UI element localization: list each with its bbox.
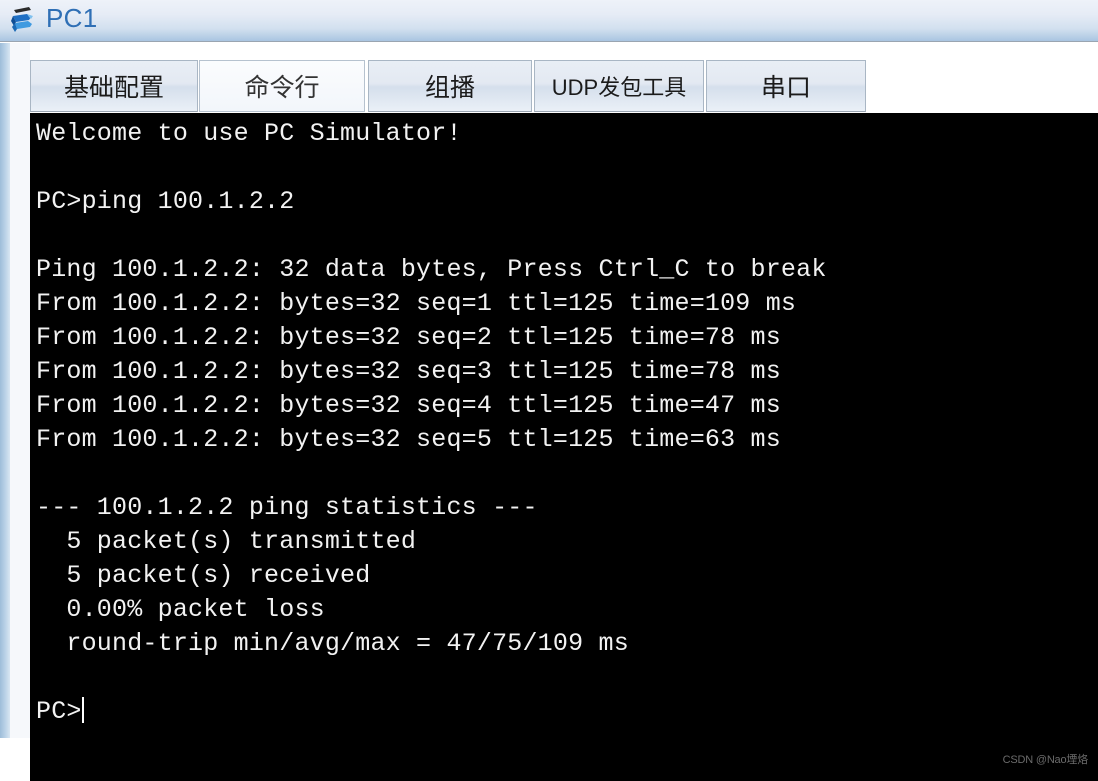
tab-label: 基础配置: [63, 74, 164, 102]
pc-device-icon: [9, 4, 39, 36]
terminal-line: PC>ping 100.1.2.2: [36, 187, 295, 216]
tab-strip: 基础配置 命令行 组播 UDP发包工具 串口: [30, 60, 1098, 113]
tab-label: 组播: [424, 74, 475, 102]
terminal-prompt: PC>: [36, 697, 82, 726]
window-panel-gap: [10, 43, 30, 738]
tab-label: 命令行: [244, 74, 320, 102]
terminal-line: From 100.1.2.2: bytes=32 seq=2 ttl=125 t…: [36, 323, 781, 352]
terminal-line: 0.00% packet loss: [36, 595, 325, 624]
terminal-line: 5 packet(s) received: [36, 561, 371, 590]
window-title: PC1: [46, 3, 98, 33]
terminal-line: --- 100.1.2.2 ping statistics ---: [36, 493, 538, 522]
tab-serial-port[interactable]: 串口: [706, 60, 866, 112]
terminal-line: From 100.1.2.2: bytes=32 seq=5 ttl=125 t…: [36, 425, 781, 454]
tab-basic-config[interactable]: 基础配置: [30, 60, 198, 112]
tab-command-line[interactable]: 命令行: [199, 60, 365, 112]
terminal-cursor: [81, 697, 84, 723]
window-titlebar: PC1: [0, 0, 1098, 42]
window-left-rail: [0, 43, 10, 738]
terminal-line: Ping 100.1.2.2: 32 data bytes, Press Ctr…: [36, 255, 827, 284]
content-panel: 基础配置 命令行 组播 UDP发包工具 串口 Welcome to use PC…: [30, 43, 1098, 781]
tab-udp-tool[interactable]: UDP发包工具: [534, 60, 704, 112]
terminal-console[interactable]: Welcome to use PC Simulator! PC>ping 100.…: [30, 113, 1098, 781]
pc1-simulator-window: PC1 基础配置 命令行 组播 UDP发包工具 串口 Welcome to us…: [0, 0, 1098, 781]
terminal-prompt-line: PC>: [36, 695, 1098, 729]
terminal-line: From 100.1.2.2: bytes=32 seq=4 ttl=125 t…: [36, 391, 781, 420]
terminal-line: 5 packet(s) transmitted: [36, 527, 417, 556]
terminal-line: round-trip min/avg/max = 47/75/109 ms: [36, 629, 629, 658]
tab-label: UDP发包工具: [551, 75, 687, 100]
terminal-line: From 100.1.2.2: bytes=32 seq=1 ttl=125 t…: [36, 289, 797, 318]
terminal-line: Welcome to use PC Simulator!: [36, 119, 462, 148]
terminal-line: From 100.1.2.2: bytes=32 seq=3 ttl=125 t…: [36, 357, 781, 386]
csdn-watermark: CSDN @Nao堙烙: [1002, 754, 1089, 766]
tab-multicast[interactable]: 组播: [368, 60, 532, 112]
tab-label: 串口: [760, 74, 811, 102]
terminal-output: Welcome to use PC Simulator! PC>ping 100.…: [36, 117, 1098, 729]
